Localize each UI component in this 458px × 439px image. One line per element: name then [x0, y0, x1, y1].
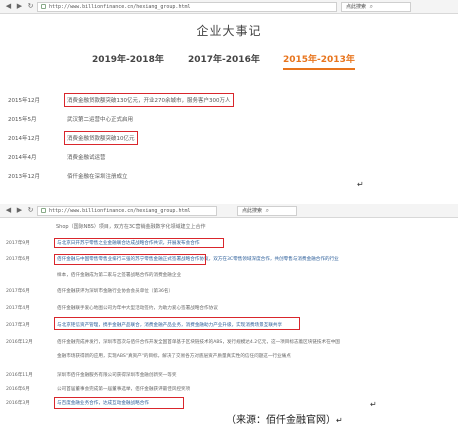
paragraph-mark: ↵	[357, 180, 364, 189]
highlight-box	[54, 254, 206, 265]
page-icon	[41, 4, 46, 9]
milestone-date: 2017年6月	[6, 257, 30, 262]
event-date: 2015年5月	[8, 117, 37, 123]
source-caption: （来源：佰仟金融官网）↵	[226, 411, 343, 426]
milestone-date: 2017年3月	[6, 323, 30, 328]
milestone-row: 2016年11月 深圳市佰仟金融服务有限公司获得深圳市金融创新奖一等奖	[0, 370, 458, 381]
page-icon	[41, 208, 46, 213]
search-input[interactable]: 点此搜索 ⌕	[237, 205, 297, 216]
milestone-date: 2016年11月	[6, 373, 33, 378]
event-text: 佰仟金融在深圳注册成立	[67, 174, 128, 180]
highlight-box	[54, 397, 184, 409]
back-icon[interactable]: ◀	[4, 206, 13, 215]
address-bar[interactable]: http://www.billionfinance.cn/hexiang_gro…	[37, 1, 337, 12]
event-text-highlighted: 消费金融贷款额突破10亿元	[64, 131, 138, 145]
search-icon[interactable]: ⌕	[266, 207, 269, 214]
event-date: 2013年12月	[8, 174, 40, 180]
back-icon[interactable]: ◀	[4, 2, 13, 11]
event-text-highlighted: 消费金融贷款额突破130亿元，开业270余城市，服务客户300万人	[64, 93, 234, 107]
event-text: 消费金融试运营	[67, 155, 106, 161]
milestone-text: 公司首届董事会完成第一届董事选举，佰仟金融获评最佳风控奖项	[57, 387, 191, 392]
event-row: 2013年12月 佰仟金融在深圳注册成立	[0, 171, 300, 183]
event-date: 2015年12月	[8, 98, 40, 104]
intro-text: Shop（国际NBS）项目，双方在3C营销金融数字化领域建立上合作	[56, 224, 206, 230]
milestone-text: 佰仟金融完成并发行，深圳市首次与佰仟合作开发全国首单基于区块链技术的ABS，发行…	[57, 340, 340, 345]
milestone-text-cont: 样本，佰仟金融成为第二家与之签署战略合作的消费金融企业	[57, 273, 182, 278]
refresh-icon[interactable]: ↻	[26, 206, 35, 215]
caption-text: （来源：佰仟金融官网）	[226, 415, 336, 426]
milestone-text: 深圳市佰仟金融服务有限公司获得深圳市金融创新奖一等奖	[57, 373, 177, 378]
forward-icon[interactable]: ▶	[15, 2, 24, 11]
highlight-box	[54, 317, 300, 330]
milestone-date: 2017年6月	[6, 289, 30, 294]
paragraph-mark: ↵	[336, 416, 343, 425]
forward-icon[interactable]: ▶	[15, 206, 24, 215]
screenshot-company-milestones-2: ◀ ▶ ↻ http://www.billionfinance.cn/hexia…	[0, 204, 458, 414]
search-placeholder: 点此搜索	[346, 3, 367, 10]
browser-toolbar: ◀ ▶ ↻ http://www.billionfinance.cn/hexia…	[0, 204, 458, 218]
event-row: 2015年5月 武汉第二运营中心正式启用	[0, 114, 300, 126]
milestone-date: 2016年3月	[6, 401, 30, 406]
address-url: http://www.billionfinance.cn/hexiang_gro…	[49, 3, 191, 10]
refresh-icon[interactable]: ↻	[26, 2, 35, 11]
search-input[interactable]: 点此搜索 ⌕	[341, 1, 411, 12]
event-row: 2015年12月 消费金融贷款额突破130亿元，开业270余城市，服务客户300…	[0, 93, 300, 107]
milestone-text-cont: 金融市场获得新的应用，实现ABS"真资产"的目标，解决了交易各方对底层资产质量真…	[57, 354, 291, 359]
year-tabs: 2019年-2018年 2017年-2016年 2015年-2013年	[0, 52, 458, 70]
tab-2019-2018[interactable]: 2019年-2018年	[92, 52, 164, 65]
event-date: 2014年12月	[8, 136, 40, 142]
search-icon[interactable]: ⌕	[370, 3, 373, 10]
page-title: 企业大事记	[196, 24, 262, 38]
milestone-row: 2017年4月 佰仟金融联手爱心地图公司为年中大型活动签约，为助力爱心签署战略合…	[0, 303, 458, 314]
screenshot-company-milestones-1: ◀ ▶ ↻ http://www.billionfinance.cn/hexia…	[0, 0, 458, 195]
milestone-date: 2017年9月	[6, 241, 30, 246]
active-tab-indicator	[283, 68, 355, 70]
milestone-row: 2017年6月 佰仟金融获评为深圳市金融行业协会会员单位（第36名）	[0, 286, 458, 297]
event-row: 2014年4月 消费金融试运营	[0, 152, 300, 164]
milestone-date: 2017年4月	[6, 306, 30, 311]
search-placeholder: 点此搜索	[242, 207, 263, 214]
milestone-date: 2016年6月	[6, 387, 30, 392]
milestone-text: 佰仟金融联手爱心地图公司为年中大型活动签约，为助力爱心签署战略合作协议	[57, 306, 218, 311]
milestone-row: 2016年6月 公司首届董事会完成第一届董事选举，佰仟金融获评最佳风控奖项	[0, 384, 458, 395]
milestone-date: 2016年12月	[6, 340, 33, 345]
milestone-row: 2016年12月 佰仟金融完成并发行，深圳市首次与佰仟合作开发全国首单基于区块链…	[0, 337, 458, 359]
tab-2017-2016[interactable]: 2017年-2016年	[188, 52, 260, 65]
tab-2015-2013[interactable]: 2015年-2013年	[283, 52, 355, 70]
highlight-box	[54, 238, 224, 248]
paragraph-mark: ↵	[370, 400, 377, 409]
milestone-text: 佰仟金融获评为深圳市金融行业协会会员单位（第36名）	[57, 289, 174, 294]
event-text: 武汉第二运营中心正式启用	[67, 117, 134, 123]
address-url: http://www.billionfinance.cn/hexiang_gro…	[49, 207, 191, 214]
event-row: 2014年12月 消费金融贷款额突破10亿元	[0, 131, 300, 145]
tab-label: 2015年-2013年	[283, 55, 355, 65]
event-date: 2014年4月	[8, 155, 37, 161]
browser-toolbar: ◀ ▶ ↻ http://www.billionfinance.cn/hexia…	[0, 0, 458, 14]
address-bar[interactable]: http://www.billionfinance.cn/hexiang_gro…	[37, 205, 217, 216]
